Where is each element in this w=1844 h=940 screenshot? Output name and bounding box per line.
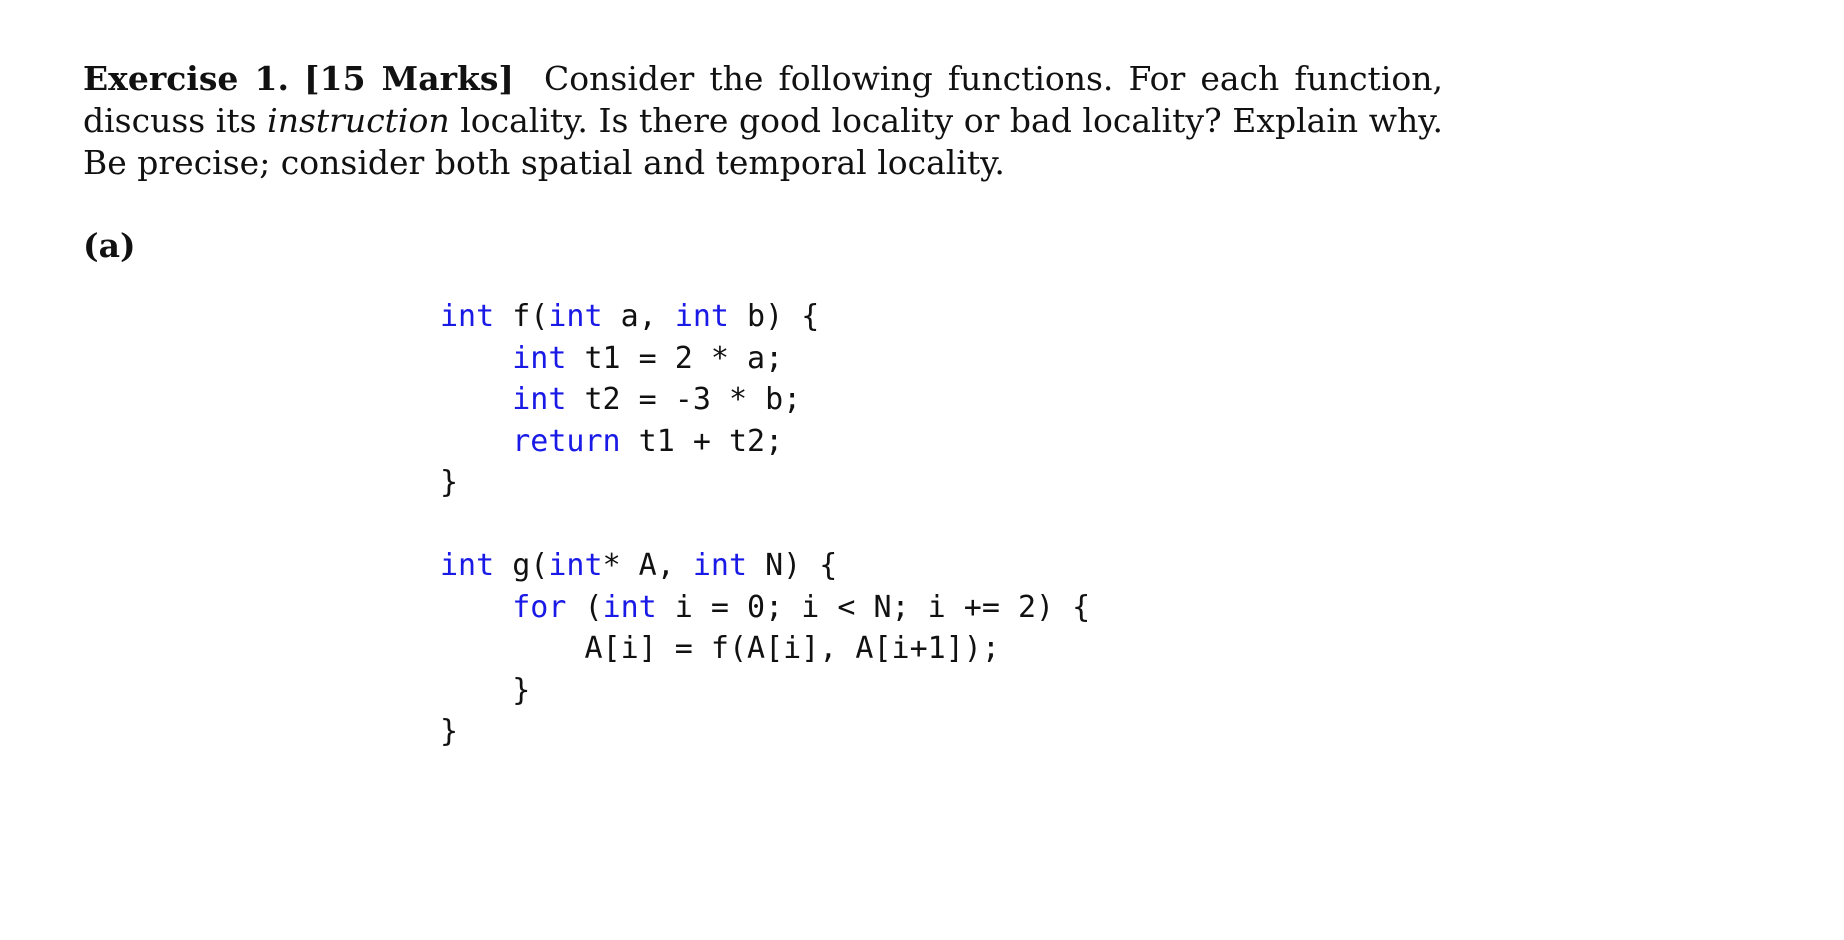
code-keyword: int xyxy=(692,548,748,583)
code-keyword: int xyxy=(440,299,495,334)
code-token: N) { xyxy=(747,548,838,583)
code-line: A[i] = f(A[i], A[i+1]); xyxy=(440,628,1090,670)
code-line: int f(int a, int b) { xyxy=(440,296,819,338)
code-line: int t2 = -3 * b; xyxy=(440,379,819,421)
code-token: i = 0; i < N; i += 2) { xyxy=(656,589,1091,625)
code-token: t2 = -3 * b; xyxy=(566,382,802,417)
code-token: * A, xyxy=(602,548,693,583)
code-token: } xyxy=(440,672,531,708)
code-token: A[i] = f(A[i], A[i+1]); xyxy=(440,631,1000,666)
code-line: } xyxy=(440,711,1090,753)
code-token: ( xyxy=(566,589,603,625)
code-keyword: int xyxy=(440,548,495,583)
code-token: b) { xyxy=(729,299,820,334)
code-keyword: int xyxy=(548,548,603,583)
code-keyword: int xyxy=(548,299,603,334)
code-keyword: int xyxy=(512,382,567,417)
code-token: f( xyxy=(494,299,549,334)
code-keyword: for xyxy=(512,589,567,625)
code-keyword: int xyxy=(674,299,729,334)
code-line: } xyxy=(440,670,1090,712)
code-token: } xyxy=(440,714,459,749)
exercise-emphasis: instruction xyxy=(267,101,450,140)
code-line: int t1 = 2 * a; xyxy=(440,338,819,380)
exercise-label: Exercise 1. xyxy=(83,59,289,98)
code-block-f: int f(int a, int b) { int t1 = 2 * a; in… xyxy=(440,296,819,504)
code-token: t1 = 2 * a; xyxy=(566,340,784,376)
exercise-statement: Exercise 1. [15 Marks] Consider the follo… xyxy=(83,58,1443,184)
code-keyword: int xyxy=(512,340,567,376)
code-line: } xyxy=(440,462,819,504)
code-token: } xyxy=(440,465,459,500)
code-keyword: return xyxy=(512,423,621,459)
code-token: g( xyxy=(494,548,549,583)
code-keyword: int xyxy=(602,589,657,625)
code-line: for (int i = 0; i < N; i += 2) { xyxy=(440,587,1090,629)
code-token: a, xyxy=(602,299,675,334)
code-block-g: int g(int* A, int N) { for (int i = 0; i… xyxy=(440,545,1090,753)
part-label: (a) xyxy=(83,226,136,265)
exercise-marks: [15 Marks] xyxy=(304,59,515,98)
code-line: int g(int* A, int N) { xyxy=(440,545,1090,587)
code-token: t1 + t2; xyxy=(620,423,784,459)
code-line: return t1 + t2; xyxy=(440,421,819,463)
